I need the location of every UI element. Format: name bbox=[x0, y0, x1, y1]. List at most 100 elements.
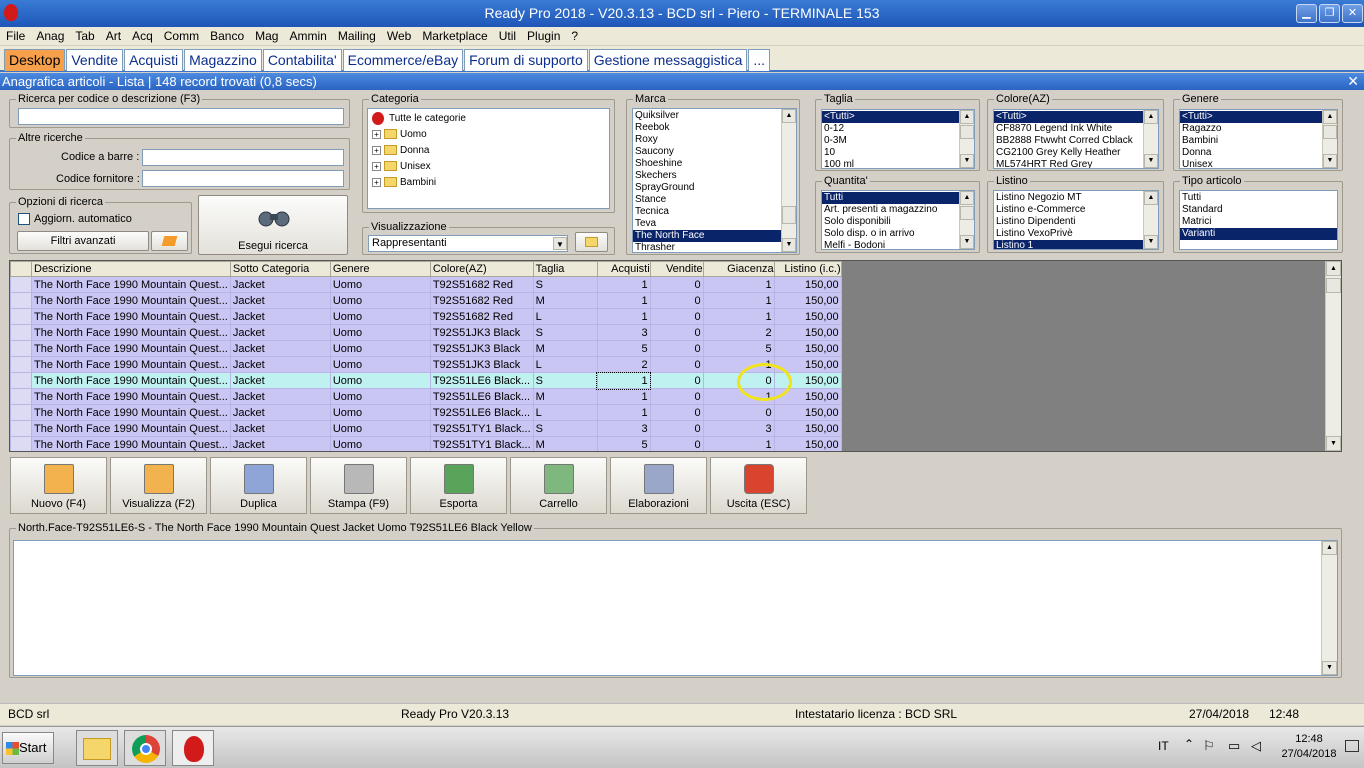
table-cell[interactable]: 2 bbox=[596, 356, 651, 373]
expand-icon[interactable]: + bbox=[372, 161, 381, 171]
table-cell[interactable]: Jacket bbox=[229, 324, 331, 341]
pricelist-item[interactable]: Listino 1 bbox=[994, 240, 1158, 249]
menu-item[interactable]: ? bbox=[571, 29, 578, 43]
menu-item[interactable]: Mag bbox=[255, 29, 278, 43]
menu-item[interactable]: Art bbox=[106, 29, 121, 43]
table-cell[interactable]: 2 bbox=[702, 324, 775, 341]
table-cell[interactable]: 150,00 bbox=[773, 292, 842, 309]
chrome-taskbar-button[interactable] bbox=[124, 730, 166, 766]
table-cell[interactable]: 1 bbox=[596, 404, 651, 421]
article-type-list[interactable]: Tutti Standard Matrici Varianti bbox=[1179, 190, 1338, 250]
menu-item[interactable]: Comm bbox=[164, 29, 199, 43]
pricelist-item[interactable]: Listino VexoPrivè bbox=[994, 228, 1158, 240]
menu-item[interactable]: Anag bbox=[36, 29, 64, 43]
table-cell[interactable]: 0 bbox=[649, 276, 704, 293]
action-button-duplicate[interactable]: Duplica bbox=[210, 457, 307, 514]
table-cell[interactable]: 1 bbox=[702, 436, 775, 451]
menu-item[interactable]: Marketplace bbox=[422, 29, 487, 43]
table-cell[interactable]: 150,00 bbox=[773, 420, 842, 437]
brand-item[interactable]: Reebok bbox=[633, 122, 796, 134]
table-cell[interactable]: 0 bbox=[649, 356, 704, 373]
table-row[interactable]: The North Face 1990 Mountain Quest... Jac… bbox=[10, 420, 842, 437]
column-header[interactable]: Listino (i.c.) bbox=[773, 261, 842, 277]
pricelist-list[interactable]: Listino Negozio MT Listino e-Commerce List… bbox=[993, 190, 1159, 250]
quantity-item[interactable]: Solo disp. o in arrivo bbox=[822, 228, 974, 240]
table-cell[interactable]: The North Face 1990 Mountain Quest... bbox=[31, 324, 231, 341]
tab-item[interactable]: Acquisti bbox=[124, 49, 184, 71]
table-cell[interactable]: Uomo bbox=[329, 308, 431, 325]
supplier-code-input[interactable] bbox=[142, 170, 344, 187]
table-cell[interactable]: T92S51JK3 Black bbox=[429, 324, 534, 341]
action-button-print[interactable]: Stampa (F9) bbox=[310, 457, 407, 514]
table-cell[interactable]: 0 bbox=[649, 340, 704, 357]
table-cell[interactable]: Jacket bbox=[229, 308, 331, 325]
table-cell[interactable]: 1 bbox=[596, 276, 651, 293]
column-header[interactable]: Genere bbox=[329, 261, 431, 277]
brand-item[interactable]: Shoeshine bbox=[633, 158, 796, 170]
color-item[interactable]: CF8870 Legend Ink White bbox=[994, 123, 1158, 135]
table-cell[interactable]: The North Face 1990 Mountain Quest... bbox=[31, 292, 231, 309]
table-cell[interactable]: 150,00 bbox=[773, 308, 842, 325]
table-row[interactable]: The North Face 1990 Mountain Quest... Jac… bbox=[10, 324, 842, 341]
size-item[interactable]: 0-3M bbox=[822, 135, 974, 147]
table-cell[interactable]: The North Face 1990 Mountain Quest... bbox=[31, 372, 231, 389]
menu-item[interactable]: Acq bbox=[132, 29, 153, 43]
article-type-item[interactable]: Varianti bbox=[1180, 228, 1337, 240]
column-header[interactable]: Giacenza bbox=[702, 261, 775, 277]
table-cell[interactable]: 0 bbox=[649, 324, 704, 341]
table-row[interactable]: The North Face 1990 Mountain Quest... Jac… bbox=[10, 276, 842, 293]
table-cell[interactable]: L bbox=[532, 404, 598, 421]
size-item[interactable]: 0-12 bbox=[822, 123, 974, 135]
table-cell[interactable]: The North Face 1990 Mountain Quest... bbox=[31, 340, 231, 357]
readypro-taskbar-button[interactable] bbox=[172, 730, 214, 766]
pricelist-item[interactable]: Listino Negozio MT bbox=[994, 192, 1158, 204]
table-cell[interactable]: Jacket bbox=[229, 436, 331, 451]
table-cell[interactable]: Jacket bbox=[229, 388, 331, 405]
row-indicator[interactable] bbox=[10, 340, 32, 357]
table-cell[interactable]: T92S51LE6 Black... bbox=[429, 388, 534, 405]
quantity-item[interactable]: Tutti bbox=[822, 192, 974, 204]
brand-list[interactable]: Quiksilver Reebok Roxy Saucony Shoeshine Skec… bbox=[632, 108, 797, 253]
column-header[interactable]: Taglia bbox=[532, 261, 598, 277]
table-row[interactable]: The North Face 1990 Mountain Quest... Jac… bbox=[10, 436, 842, 451]
tab-item[interactable]: ... bbox=[748, 49, 771, 71]
brand-item[interactable]: Tecnica bbox=[633, 206, 796, 218]
action-button-processing[interactable]: Elaborazioni bbox=[610, 457, 707, 514]
category-item[interactable]: + Bambini bbox=[372, 175, 605, 191]
size-item[interactable]: 10 bbox=[822, 147, 974, 159]
category-root[interactable]: Tutte le categorie bbox=[372, 111, 605, 127]
table-cell[interactable]: Uomo bbox=[329, 436, 431, 451]
table-cell[interactable]: The North Face 1990 Mountain Quest... bbox=[31, 420, 231, 437]
table-cell[interactable]: The North Face 1990 Mountain Quest... bbox=[31, 436, 231, 451]
table-cell[interactable]: 0 bbox=[649, 372, 704, 389]
menu-item[interactable]: Tab bbox=[75, 29, 94, 43]
brand-item[interactable]: Thrasher bbox=[633, 242, 796, 252]
brand-scrollbar[interactable]: ▲ ▼ bbox=[781, 109, 796, 252]
table-cell[interactable]: 1 bbox=[596, 371, 652, 390]
table-cell[interactable]: Uomo bbox=[329, 324, 431, 341]
network-icon[interactable]: ▭ bbox=[1228, 738, 1240, 754]
table-cell[interactable]: 0 bbox=[649, 388, 704, 405]
column-header[interactable]: Descrizione bbox=[31, 261, 231, 277]
article-type-item[interactable]: Matrici bbox=[1180, 216, 1337, 228]
brand-item[interactable]: Skechers bbox=[633, 170, 796, 182]
brand-item[interactable]: The North Face bbox=[633, 230, 796, 242]
tab-item[interactable]: Contabilita' bbox=[262, 49, 342, 71]
table-cell[interactable]: 150,00 bbox=[773, 404, 842, 421]
table-cell[interactable]: S bbox=[532, 324, 598, 341]
menu-item[interactable]: Banco bbox=[210, 29, 244, 43]
table-cell[interactable]: Jacket bbox=[229, 372, 331, 389]
barcode-input[interactable] bbox=[142, 149, 344, 166]
table-cell[interactable]: T92S51TY1 Black... bbox=[429, 420, 534, 437]
close-section-icon[interactable]: ✕ bbox=[1347, 73, 1359, 90]
gender-item[interactable]: <Tutti> bbox=[1180, 111, 1337, 123]
brand-item[interactable]: Quiksilver bbox=[633, 110, 796, 122]
column-header[interactable]: Acquisti bbox=[596, 261, 651, 277]
advanced-filters-button[interactable]: Filtri avanzati bbox=[17, 231, 149, 251]
table-row[interactable]: The North Face 1990 Mountain Quest... Jac… bbox=[10, 340, 842, 357]
table-cell[interactable]: 5 bbox=[596, 340, 651, 357]
table-cell[interactable]: 5 bbox=[702, 340, 775, 357]
table-cell[interactable]: 150,00 bbox=[773, 340, 842, 357]
maximize-button[interactable]: ❐ bbox=[1319, 4, 1340, 23]
quantity-item[interactable]: Art. presenti a magazzino bbox=[822, 204, 974, 216]
